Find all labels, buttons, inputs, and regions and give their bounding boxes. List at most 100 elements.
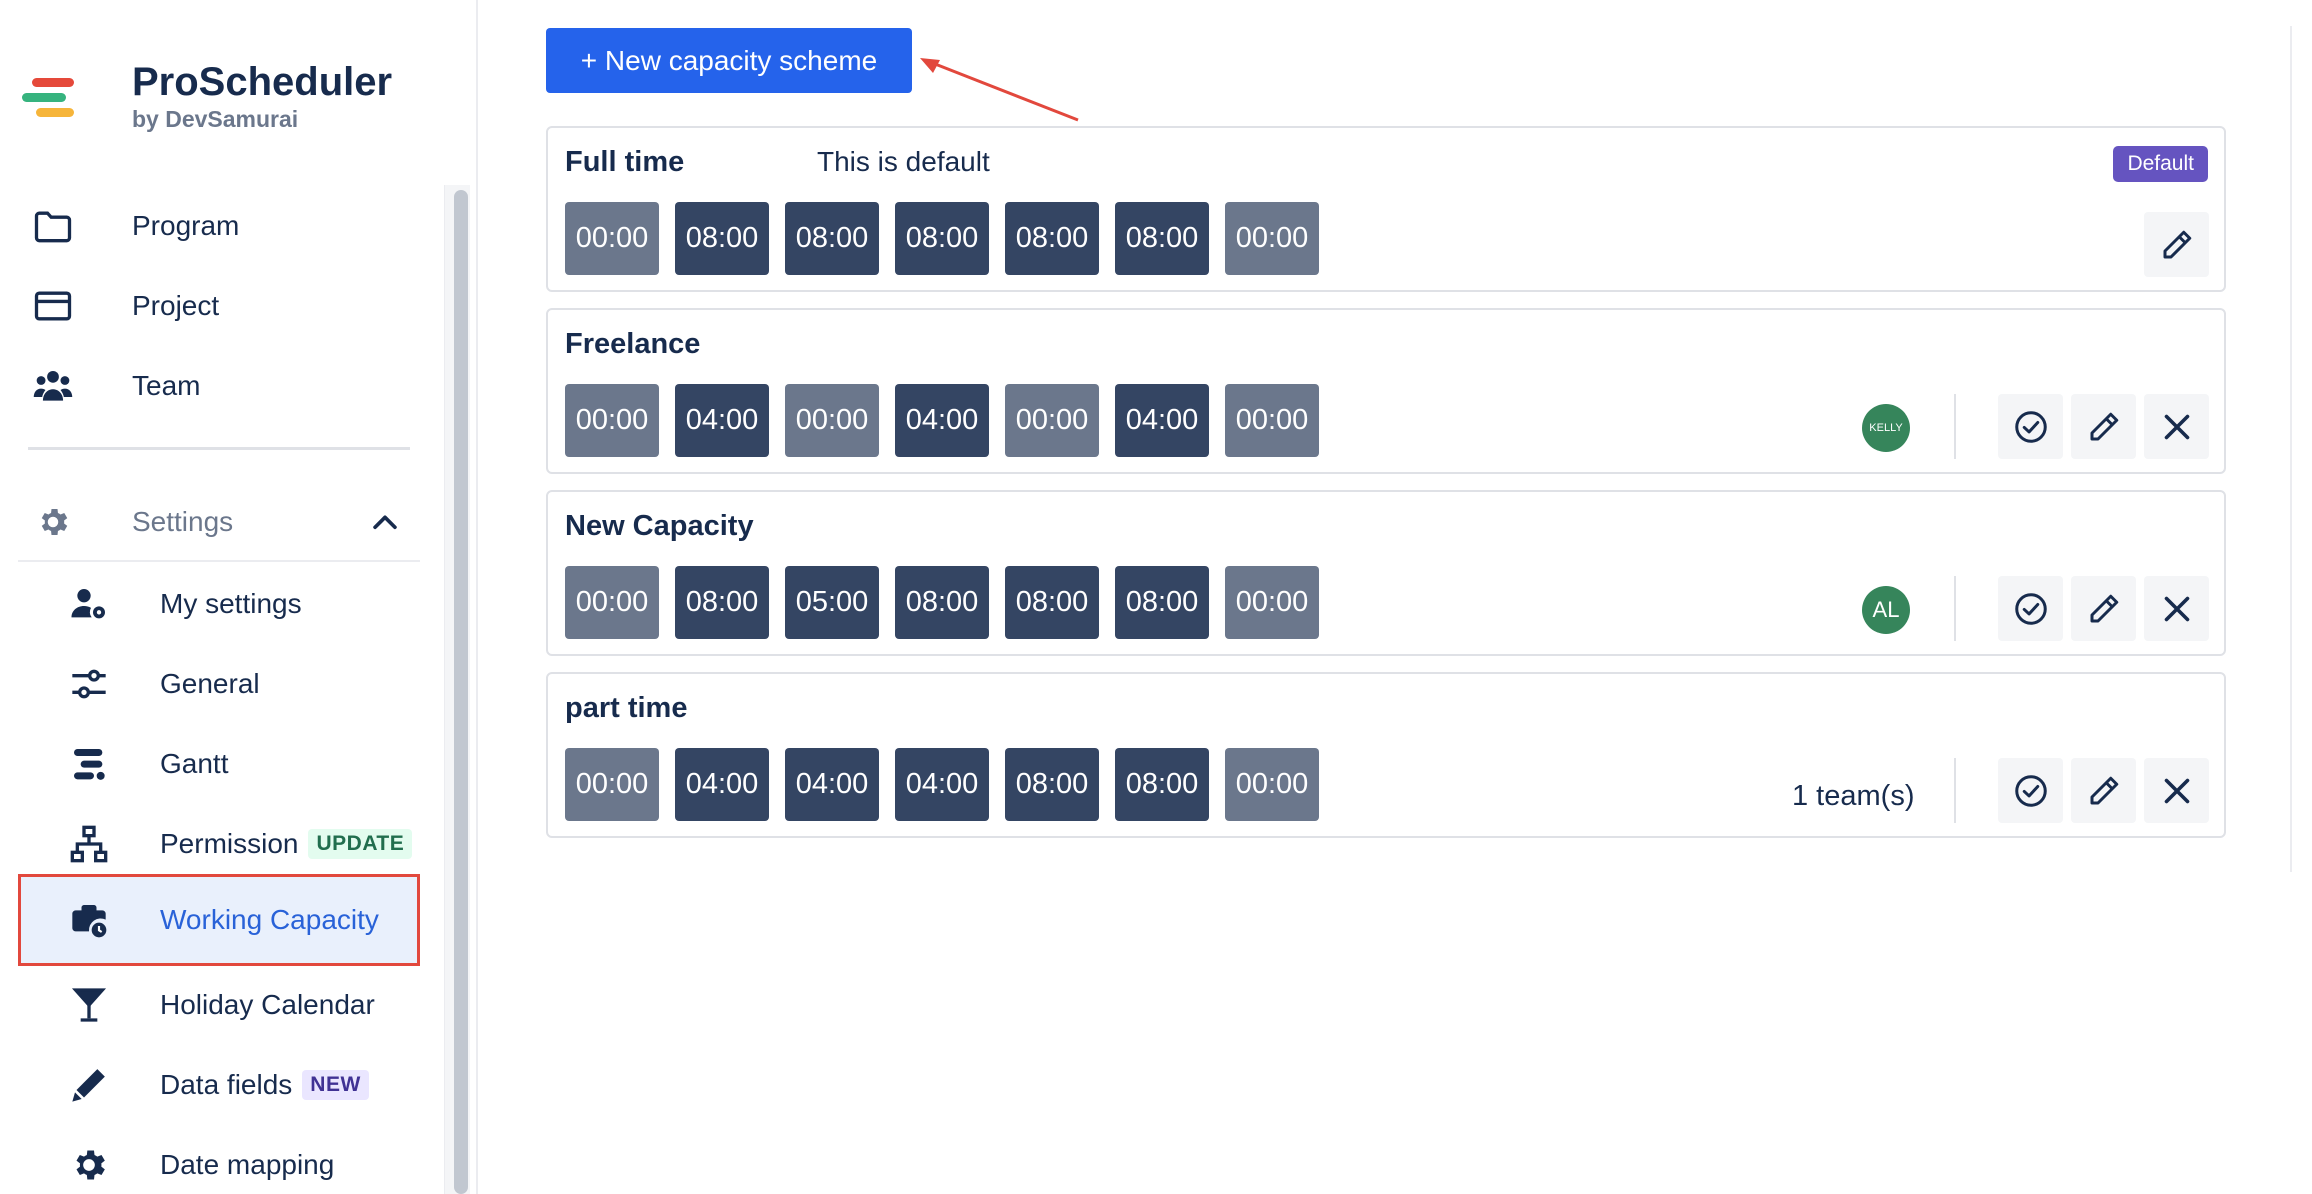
check-circle-icon <box>2014 410 2047 443</box>
capacity-card: New Capacity 00:00 08:00 05:00 08:00 08:… <box>546 490 2226 656</box>
annotation-arrow <box>920 58 1079 122</box>
sidebar-item-data-fields[interactable]: Data fields NEW <box>18 1045 420 1125</box>
edit-button[interactable] <box>2071 758 2136 823</box>
check-circle-icon <box>2014 592 2047 625</box>
close-icon <box>2164 596 2189 621</box>
nav-item-settings[interactable]: Settings <box>18 484 420 562</box>
hour-chip: 08:00 <box>1115 566 1209 639</box>
nav-item-program[interactable]: Program <box>18 191 418 261</box>
teams-count: 1 team(s) <box>1792 780 1915 812</box>
folder-icon <box>18 191 88 261</box>
edit-button[interactable] <box>2144 212 2209 277</box>
update-badge: UPDATE <box>308 829 413 859</box>
sidebar-label-data-fields: Data fields <box>160 1069 293 1100</box>
hour-chips: 00:00 04:00 04:00 04:00 08:00 08:00 00:0… <box>565 748 1319 821</box>
sidebar-label-date-mapping: Date mapping <box>160 1149 335 1180</box>
nav-item-project[interactable]: Project <box>18 271 418 341</box>
hour-chip: 04:00 <box>785 748 879 821</box>
main-right-border <box>2290 26 2292 872</box>
pencil-icon <box>2090 776 2118 804</box>
set-default-button[interactable] <box>1998 758 2063 823</box>
gear-icon <box>54 1130 124 1194</box>
brand: ProScheduler by DevSamurai <box>22 60 392 132</box>
briefcase-clock-icon <box>54 885 124 955</box>
nav-item-team[interactable]: Team <box>18 351 418 421</box>
pencil-icon <box>2090 412 2118 440</box>
gantt-icon <box>54 729 124 799</box>
delete-button[interactable] <box>2144 576 2209 641</box>
hour-chip: 00:00 <box>1225 384 1319 457</box>
delete-button[interactable] <box>2144 394 2209 459</box>
sidebar-item-working-capacity[interactable]: Working Capacity <box>18 874 420 966</box>
proscheduler-logo-icon <box>22 72 80 122</box>
hour-chip: 04:00 <box>895 384 989 457</box>
set-default-button[interactable] <box>1998 576 2063 641</box>
nav-label-team: Team <box>132 370 201 401</box>
hour-chip: 00:00 <box>1225 748 1319 821</box>
hour-chip: 08:00 <box>1115 202 1209 275</box>
hour-chip: 08:00 <box>1005 748 1099 821</box>
capacity-card: Full time This is default Default 00:00 … <box>546 126 2226 292</box>
hour-chip: 00:00 <box>1225 566 1319 639</box>
sidebar-label-my-settings: My settings <box>160 588 302 619</box>
sidebar-item-date-mapping[interactable]: Date mapping <box>18 1125 420 1194</box>
sliders-icon <box>54 649 124 719</box>
hour-chip: 00:00 <box>565 748 659 821</box>
hour-chip: 00:00 <box>785 384 879 457</box>
sidebar-item-my-settings[interactable]: My settings <box>18 564 420 644</box>
sidebar-item-holiday-calendar[interactable]: Holiday Calendar <box>18 965 420 1045</box>
edit-button[interactable] <box>2071 394 2136 459</box>
sidebar-item-general[interactable]: General <box>18 644 420 724</box>
sidebar-item-permission[interactable]: Permission UPDATE <box>18 804 420 884</box>
sidebar-label-holiday-calendar: Holiday Calendar <box>160 989 375 1020</box>
nav-label-project: Project <box>132 290 220 321</box>
team-icon <box>18 351 88 421</box>
actions-divider <box>1954 576 1956 641</box>
project-card-icon <box>18 271 88 341</box>
pencil-icon <box>54 1050 124 1120</box>
pencil-icon <box>2163 230 2191 258</box>
capacity-card: part time 00:00 04:00 04:00 04:00 08:00 … <box>546 672 2226 838</box>
brand-subtitle: by DevSamurai <box>132 106 299 132</box>
sidebar-label-working-capacity: Working Capacity <box>160 904 379 935</box>
edit-button[interactable] <box>2071 576 2136 641</box>
hour-chip: 04:00 <box>675 748 769 821</box>
sidebar: ProScheduler by DevSamurai Program Proje… <box>0 0 478 1194</box>
chevron-up-icon[interactable] <box>368 506 402 540</box>
hour-chip: 00:00 <box>565 566 659 639</box>
hierarchy-icon <box>54 809 124 879</box>
new-capacity-scheme-button[interactable]: + New capacity scheme <box>546 28 912 93</box>
hour-chip: 05:00 <box>785 566 879 639</box>
sidebar-label-gantt: Gantt <box>160 748 229 779</box>
scheme-name: New Capacity <box>565 510 754 542</box>
hour-chip: 04:00 <box>895 748 989 821</box>
cocktail-icon <box>54 970 124 1040</box>
sidebar-scrollbar[interactable] <box>454 190 468 1194</box>
hour-chip: 08:00 <box>895 566 989 639</box>
gear-icon <box>18 487 88 557</box>
hour-chip: 08:00 <box>1005 202 1099 275</box>
actions-divider <box>1954 394 1956 459</box>
hour-chip: 08:00 <box>675 566 769 639</box>
avatar[interactable]: AL <box>1862 586 1910 634</box>
hour-chip: 08:00 <box>675 202 769 275</box>
hour-chip: 00:00 <box>565 384 659 457</box>
check-circle-icon <box>2014 774 2047 807</box>
avatar[interactable]: KELLY <box>1862 404 1910 452</box>
sidebar-label-permission: Permission <box>160 828 299 859</box>
pencil-icon <box>2090 594 2118 622</box>
actions-divider <box>1954 758 1956 823</box>
sidebar-divider <box>28 447 410 450</box>
close-icon <box>2164 414 2189 439</box>
scheme-name: Full time <box>565 146 685 178</box>
close-icon <box>2164 778 2189 803</box>
delete-button[interactable] <box>2144 758 2209 823</box>
capacity-card: Freelance 00:00 04:00 00:00 04:00 00:00 … <box>546 308 2226 474</box>
nav-label-settings: Settings <box>132 506 234 537</box>
scheme-name: Freelance <box>565 328 701 360</box>
default-badge: Default <box>2113 146 2208 182</box>
set-default-button[interactable] <box>1998 394 2063 459</box>
hour-chip: 08:00 <box>895 202 989 275</box>
hour-chip: 04:00 <box>1115 384 1209 457</box>
sidebar-item-gantt[interactable]: Gantt <box>18 724 420 804</box>
